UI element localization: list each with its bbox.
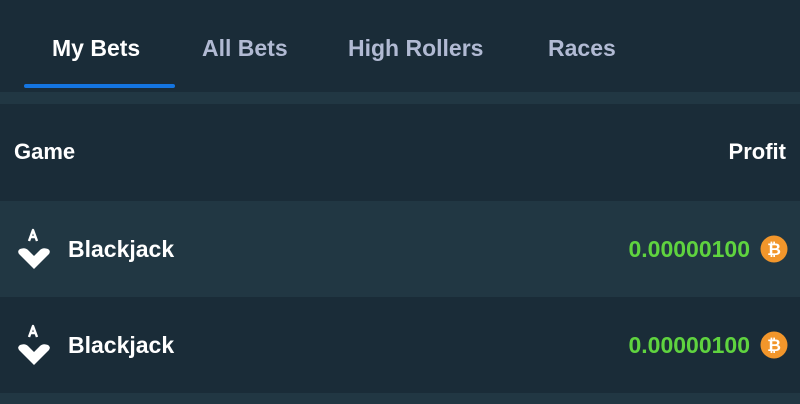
active-tab-indicator <box>24 84 175 88</box>
svg-text:₿: ₿ <box>767 240 781 260</box>
column-header-profit: Profit <box>728 139 786 164</box>
bitcoin-icon: ₿ <box>760 331 788 359</box>
profit-amount: 0.00000100 <box>628 236 750 262</box>
blackjack-icon <box>18 228 50 269</box>
game-name[interactable]: Blackjack <box>68 231 174 267</box>
tab-high-rollers[interactable]: High Rollers <box>348 30 483 66</box>
game-name[interactable]: Blackjack <box>68 327 174 363</box>
column-header-game: Game <box>14 139 76 164</box>
tab-my-bets[interactable]: My Bets <box>52 30 140 66</box>
tabs-divider <box>0 92 800 104</box>
profit-amount: 0.00000100 <box>628 332 750 358</box>
table-row-partial <box>0 393 800 404</box>
svg-text:₿: ₿ <box>767 336 781 356</box>
bitcoin-icon: ₿ <box>760 235 788 263</box>
bets-tabs: My Bets All Bets High Rollers Races <box>0 0 800 92</box>
tab-races[interactable]: Races <box>548 30 616 66</box>
table-row[interactable]: Blackjack 0.00000100 ₿ <box>0 297 800 393</box>
blackjack-icon <box>18 324 50 365</box>
table-row[interactable]: Blackjack 0.00000100 ₿ <box>0 201 800 297</box>
tab-all-bets[interactable]: All Bets <box>202 30 288 66</box>
table-header: Game Profit <box>0 104 800 201</box>
